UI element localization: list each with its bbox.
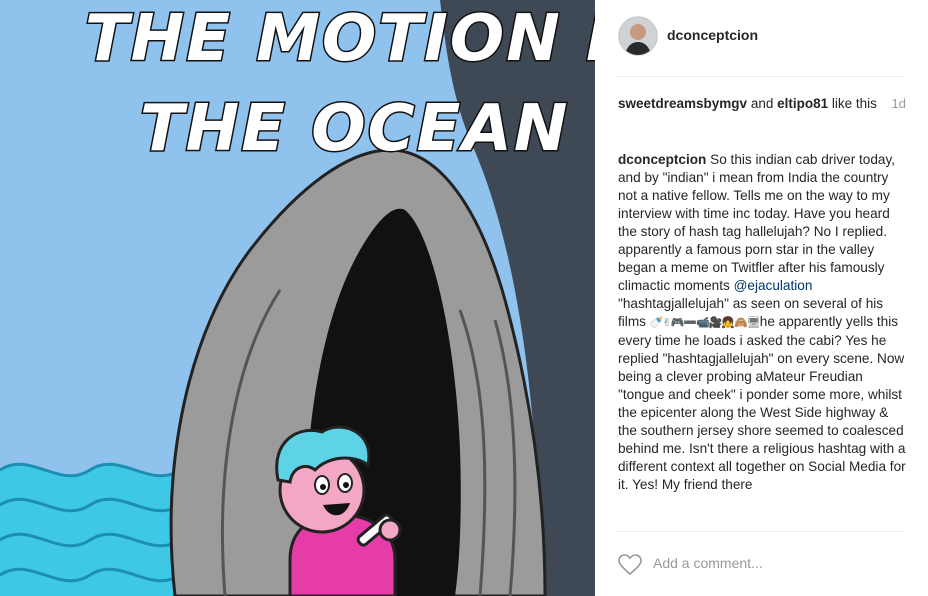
caption-text-1: So this indian cab driver today, and by … [618,152,896,293]
post-image[interactable]: THE MOTION IN THE OCEAN [0,0,595,596]
emoji-sequence: 🍼✌🎮➖📹🎥👧🙈🖥 [649,316,761,329]
image-title-line-1: THE MOTION IN [85,2,595,76]
comment-divider [618,531,906,532]
liker-link-1[interactable]: sweetdreamsbymgv [618,96,747,111]
comment-bar: Add a comment... [618,552,906,578]
caption-text-3: he apparently yells this every time he l… [618,314,906,492]
add-comment-input[interactable]: Add a comment... [653,555,763,571]
liker-link-2[interactable]: eltipo81 [777,96,828,111]
likes-summary: sweetdreamsbymgv and eltipo81 like this … [618,95,906,113]
post-header: dconceptcion [618,16,906,77]
post-caption: dconceptcion So this indian cab driver t… [618,151,908,529]
mention-link[interactable]: @ejaculation [734,278,813,293]
image-title-line-2: THE OCEAN [140,92,569,166]
heart-icon[interactable] [618,554,642,581]
header-username-link[interactable]: dconceptcion [667,27,758,43]
avatar[interactable] [618,16,658,56]
likes-suffix: like this [828,96,877,111]
post-illustration: THE MOTION IN THE OCEAN [0,0,595,596]
likes-conjunction: and [747,96,778,111]
caption-author-link[interactable]: dconceptcion [618,152,706,167]
avatar-image [619,17,657,55]
post-sidebar: dconceptcion sweetdreamsbymgv and eltipo… [596,0,928,596]
post-timestamp[interactable]: 1d [892,95,906,113]
